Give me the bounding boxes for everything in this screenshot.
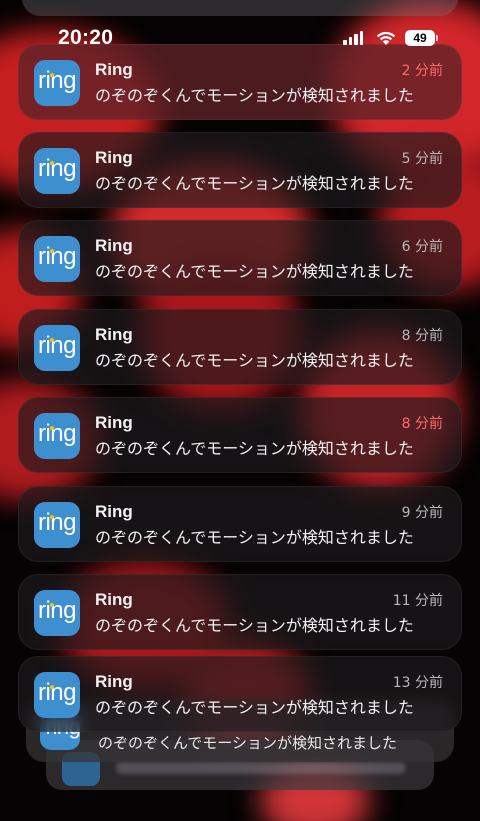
ring-logo-text: ring — [37, 679, 77, 706]
notification-card[interactable]: ring Ring 9 分前 のぞのぞくんでモーションが検知されました — [18, 486, 462, 562]
notification-card[interactable]: ring Ring 6 分前 のぞのぞくんでモーションが検知されました — [18, 220, 462, 296]
previous-notification-edge — [22, 0, 458, 16]
notification-message: のぞのぞくんでモーションが検知されました — [95, 439, 414, 458]
ring-logo-text: ring — [37, 67, 77, 94]
notification-time: 8 分前 — [401, 328, 443, 344]
notification-message: のぞのぞくんでモーションが検知されました — [95, 262, 414, 281]
ring-app-icon: ring — [34, 325, 80, 371]
ring-app-icon: ring — [34, 672, 80, 718]
notification-time: 9 分前 — [401, 505, 443, 521]
notification-time: 5 分前 — [401, 151, 443, 167]
notification-app-name: Ring — [95, 413, 133, 432]
notification-app-name: Ring — [95, 325, 133, 344]
notification-app-name: Ring — [95, 590, 133, 609]
wifi-icon — [376, 31, 396, 45]
ring-logo-text: ring — [37, 332, 77, 359]
notification-message: のぞのぞくんでモーションが検知されました — [95, 698, 414, 717]
status-bar: 20:20 49 — [0, 22, 480, 56]
notification-message: のぞのぞくんでモーションが検知されました — [95, 86, 414, 105]
ring-logo-text: ring — [37, 155, 77, 182]
ring-logo-text: ring — [37, 597, 77, 624]
notification-time: 11 分前 — [392, 593, 443, 609]
notification-app-name: Ring — [95, 672, 133, 691]
notification-time: 8 分前 — [401, 416, 443, 432]
notification-message: のぞのぞくんでモーションが検知されました — [95, 528, 414, 547]
status-time: 20:20 — [58, 26, 114, 49]
ring-app-icon: ring — [34, 502, 80, 548]
notification-card[interactable]: ring Ring 11 分前 のぞのぞくんでモーションが検知されました — [18, 574, 462, 650]
ring-app-icon: ring — [34, 60, 80, 106]
notification-time: 6 分前 — [401, 239, 443, 255]
ring-logo-text: ring — [37, 243, 77, 270]
ring-app-icon: ring — [34, 413, 80, 459]
cellular-signal-icon — [343, 31, 363, 45]
blurred-message — [116, 762, 406, 774]
notification-app-name: Ring — [95, 148, 133, 167]
ring-logo-text: ring — [37, 420, 77, 447]
ring-app-icon: ring — [34, 236, 80, 282]
notification-app-name: Ring — [95, 60, 133, 79]
notification-message: のぞのぞくんでモーションが検知されました — [95, 351, 414, 370]
notification-time: 13 分前 — [392, 675, 443, 691]
battery-icon: 49 — [405, 30, 438, 46]
notification-app-name: Ring — [95, 502, 133, 521]
stacked-notification-message: のぞのぞくんでモーションが検知されました — [98, 734, 397, 752]
notification-message: のぞのぞくんでモーションが検知されました — [95, 616, 414, 635]
notification-message: のぞのぞくんでモーションが検知されました — [95, 174, 414, 193]
notification-card[interactable]: ring Ring 8 分前 のぞのぞくんでモーションが検知されました — [18, 397, 462, 473]
notification-time: 2 分前 — [401, 63, 443, 79]
notification-card[interactable]: ring Ring 5 分前 のぞのぞくんでモーションが検知されました — [18, 132, 462, 208]
ring-app-icon: ring — [34, 148, 80, 194]
notification-card[interactable]: ring Ring 8 分前 のぞのぞくんでモーションが検知されました — [18, 309, 462, 385]
ring-app-icon: ring — [34, 590, 80, 636]
notification-app-name: Ring — [95, 236, 133, 255]
ring-logo-text: ring — [37, 509, 77, 536]
notification-card[interactable]: ring Ring 13 分前 のぞのぞくんでモーションが検知されました — [18, 656, 462, 732]
